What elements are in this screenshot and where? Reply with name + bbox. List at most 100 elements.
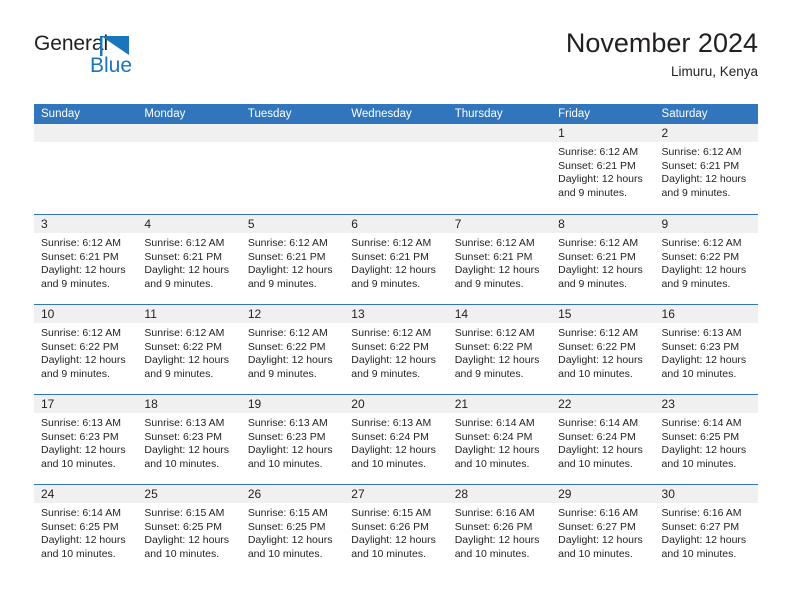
day-info-line: Sunrise: 6:14 AM — [661, 417, 742, 429]
day-cell-11[interactable]: 11 Sunrise: 6:12 AM Sunset: 6:22 PM Dayligh… — [137, 305, 241, 394]
day-cell-6[interactable]: 6 Sunrise: 6:12 AM Sunset: 6:21 PM Daylight… — [344, 215, 448, 304]
day-info-line: Daylight: 12 hours — [247, 264, 333, 277]
day-number: 30 — [654, 485, 758, 503]
day-sun-info: Sunrise: 6:15 AM Sunset: 6:25 PM Daylight:… — [241, 503, 344, 561]
day-info-line: Daylight: 12 hours — [247, 534, 333, 547]
day-cell-8[interactable]: 8 Sunrise: 6:12 AM Sunset: 6:21 PM Daylight… — [551, 215, 655, 304]
day-cell-27[interactable]: 27 Sunrise: 6:15 AM Sunset: 6:26 PM Dayligh… — [344, 485, 448, 574]
day-number — [137, 124, 241, 142]
day-cell-7[interactable]: 7 Sunrise: 6:12 AM Sunset: 6:21 PM Daylight… — [447, 215, 552, 304]
day-number: 27 — [344, 485, 448, 503]
day-cell-21[interactable]: 21 Sunrise: 6:14 AM Sunset: 6:24 PM Dayligh… — [447, 395, 552, 484]
day-info-line: Daylight: 12 hours — [144, 264, 230, 277]
calendar-table: Sunday Monday Tuesday Wednesday Thursday Frid… — [34, 104, 758, 574]
day-sun-info: Sunrise: 6:14 AM Sunset: 6:24 PM Daylight:… — [551, 413, 654, 471]
day-cell-14[interactable]: 14 Sunrise: 6:12 AM Sunset: 6:22 PM Dayligh… — [447, 305, 552, 394]
day-cell-25[interactable]: 25 Sunrise: 6:15 AM Sunset: 6:25 PM Dayligh… — [137, 485, 241, 574]
day-info-line: and 10 minutes. — [351, 457, 426, 470]
day-sun-info: Sunrise: 6:12 AM Sunset: 6:21 PM Daylight:… — [655, 142, 758, 200]
day-info-line: Sunrise: 6:12 AM — [247, 237, 328, 249]
general-blue-logo[interactable]: General Blue — [34, 32, 214, 84]
day-cell-23[interactable]: 23 Sunrise: 6:14 AM Sunset: 6:25 PM Dayligh… — [654, 395, 758, 484]
day-info-line: and 9 minutes. — [454, 367, 524, 380]
day-cell-12[interactable]: 12 Sunrise: 6:12 AM Sunset: 6:22 PM Dayligh… — [240, 305, 345, 394]
day-info-line: Sunset: 6:24 PM — [351, 430, 429, 443]
day-cell-9[interactable]: 9 Sunrise: 6:12 AM Sunset: 6:22 PM Daylight… — [654, 215, 758, 304]
day-info-line: Sunrise: 6:12 AM — [661, 146, 742, 158]
day-cell-4[interactable]: 4 Sunrise: 6:12 AM Sunset: 6:21 PM Daylight… — [137, 215, 241, 304]
day-cell-10[interactable]: 10 Sunrise: 6:12 AM Sunset: 6:22 PM Dayligh… — [34, 305, 138, 394]
weekday-header-saturday: Saturday — [661, 108, 708, 120]
day-number: 26 — [240, 485, 345, 503]
day-sun-info: Sunrise: 6:12 AM Sunset: 6:22 PM Daylight:… — [34, 323, 137, 381]
day-sun-info: Sunrise: 6:12 AM Sunset: 6:21 PM Daylight:… — [137, 233, 240, 291]
page-header: General Blue November 2024 Limuru, Kenya — [34, 26, 758, 96]
day-number: 17 — [34, 395, 138, 413]
day-cell-28[interactable]: 28 Sunrise: 6:16 AM Sunset: 6:26 PM Dayligh… — [447, 485, 552, 574]
day-cell-13[interactable]: 13 Sunrise: 6:12 AM Sunset: 6:22 PM Dayligh… — [344, 305, 448, 394]
day-info-line: Sunrise: 6:12 AM — [661, 237, 742, 249]
day-info-line: Daylight: 12 hours — [351, 444, 436, 457]
day-cell-19[interactable]: 19 Sunrise: 6:13 AM Sunset: 6:23 PM Dayligh… — [240, 395, 345, 484]
day-info-line: Sunset: 6:21 PM — [247, 250, 326, 263]
day-cell-20[interactable]: 20 Sunrise: 6:13 AM Sunset: 6:24 PM Dayligh… — [344, 395, 448, 484]
calendar-week-row: 1 Sunrise: 6:12 AM Sunset: 6:21 PM Daylight… — [34, 124, 758, 214]
day-number: 15 — [551, 305, 655, 323]
day-number — [34, 124, 138, 142]
day-sun-info: Sunrise: 6:12 AM Sunset: 6:22 PM Daylight:… — [137, 323, 240, 381]
day-info-line: Daylight: 12 hours — [144, 354, 230, 367]
calendar-week-row: 10 Sunrise: 6:12 AM Sunset: 6:22 PM Dayligh… — [34, 304, 758, 394]
day-cell-empty — [34, 124, 138, 214]
day-cell-empty — [240, 124, 345, 214]
day-info-line: Daylight: 12 hours — [454, 354, 540, 367]
day-info-line: Daylight: 12 hours — [41, 444, 126, 457]
day-info-line: and 10 minutes. — [351, 547, 426, 560]
day-info-line: Sunrise: 6:12 AM — [558, 327, 639, 339]
day-info-line: Sunrise: 6:12 AM — [558, 237, 639, 249]
day-info-line: Sunrise: 6:12 AM — [351, 237, 432, 249]
day-number: 29 — [551, 485, 655, 503]
day-cell-26[interactable]: 26 Sunrise: 6:15 AM Sunset: 6:25 PM Dayligh… — [240, 485, 345, 574]
day-info-line: Sunset: 6:21 PM — [558, 250, 636, 263]
day-cell-15[interactable]: 15 Sunrise: 6:12 AM Sunset: 6:22 PM Dayligh… — [551, 305, 655, 394]
day-cell-18[interactable]: 18 Sunrise: 6:13 AM Sunset: 6:23 PM Dayligh… — [137, 395, 241, 484]
weekday-header-friday: Friday — [558, 108, 591, 120]
day-number: 6 — [344, 215, 448, 233]
day-info-line: Sunset: 6:23 PM — [661, 340, 740, 353]
day-sun-info: Sunrise: 6:12 AM Sunset: 6:21 PM Daylight:… — [551, 142, 654, 200]
day-sun-info: Sunrise: 6:14 AM Sunset: 6:24 PM Daylight:… — [448, 413, 551, 471]
day-cell-30[interactable]: 30 Sunrise: 6:16 AM Sunset: 6:27 PM Dayligh… — [654, 485, 758, 574]
day-number: 28 — [447, 485, 552, 503]
day-cell-2[interactable]: 2 Sunrise: 6:12 AM Sunset: 6:21 PM Daylight… — [654, 124, 758, 214]
day-number: 25 — [137, 485, 241, 503]
day-info-line: and 9 minutes. — [351, 277, 421, 290]
day-sun-info: Sunrise: 6:12 AM Sunset: 6:21 PM Daylight:… — [448, 233, 551, 291]
calendar-week-row: 3 Sunrise: 6:12 AM Sunset: 6:21 PM Daylight… — [34, 214, 758, 304]
day-info-line: Daylight: 12 hours — [41, 264, 126, 277]
day-info-line: Sunset: 6:21 PM — [144, 250, 223, 263]
day-info-line: Daylight: 12 hours — [558, 173, 643, 186]
day-number: 21 — [447, 395, 552, 413]
day-cell-1[interactable]: 1 Sunrise: 6:12 AM Sunset: 6:21 PM Daylight… — [551, 124, 655, 214]
day-info-line: and 9 minutes. — [661, 277, 731, 290]
day-cell-3[interactable]: 3 Sunrise: 6:12 AM Sunset: 6:21 PM Daylight… — [34, 215, 138, 304]
day-info-line: Daylight: 12 hours — [661, 264, 747, 277]
day-info-line: Daylight: 12 hours — [247, 354, 333, 367]
day-sun-info: Sunrise: 6:12 AM Sunset: 6:22 PM Daylight:… — [655, 233, 758, 291]
day-cell-16[interactable]: 16 Sunrise: 6:13 AM Sunset: 6:23 PM Dayligh… — [654, 305, 758, 394]
day-sun-info: Sunrise: 6:14 AM Sunset: 6:25 PM Daylight:… — [655, 413, 758, 471]
day-cell-22[interactable]: 22 Sunrise: 6:14 AM Sunset: 6:24 PM Dayligh… — [551, 395, 655, 484]
day-info-line: Daylight: 12 hours — [558, 534, 643, 547]
day-info-line: and 10 minutes. — [247, 547, 323, 560]
day-cell-17[interactable]: 17 Sunrise: 6:13 AM Sunset: 6:23 PM Dayligh… — [34, 395, 138, 484]
day-info-line: and 10 minutes. — [144, 457, 220, 470]
day-info-line: Daylight: 12 hours — [661, 444, 747, 457]
day-info-line: Sunrise: 6:12 AM — [144, 237, 225, 249]
day-info-line: Sunset: 6:24 PM — [454, 430, 533, 443]
day-sun-info: Sunrise: 6:12 AM Sunset: 6:22 PM Daylight:… — [448, 323, 551, 381]
day-info-line: Daylight: 12 hours — [41, 354, 126, 367]
day-cell-5[interactable]: 5 Sunrise: 6:12 AM Sunset: 6:21 PM Daylight… — [240, 215, 345, 304]
day-cell-29[interactable]: 29 Sunrise: 6:16 AM Sunset: 6:27 PM Dayligh… — [551, 485, 655, 574]
day-info-line: Sunset: 6:22 PM — [351, 340, 429, 353]
day-cell-24[interactable]: 24 Sunrise: 6:14 AM Sunset: 6:25 PM Dayligh… — [34, 485, 138, 574]
